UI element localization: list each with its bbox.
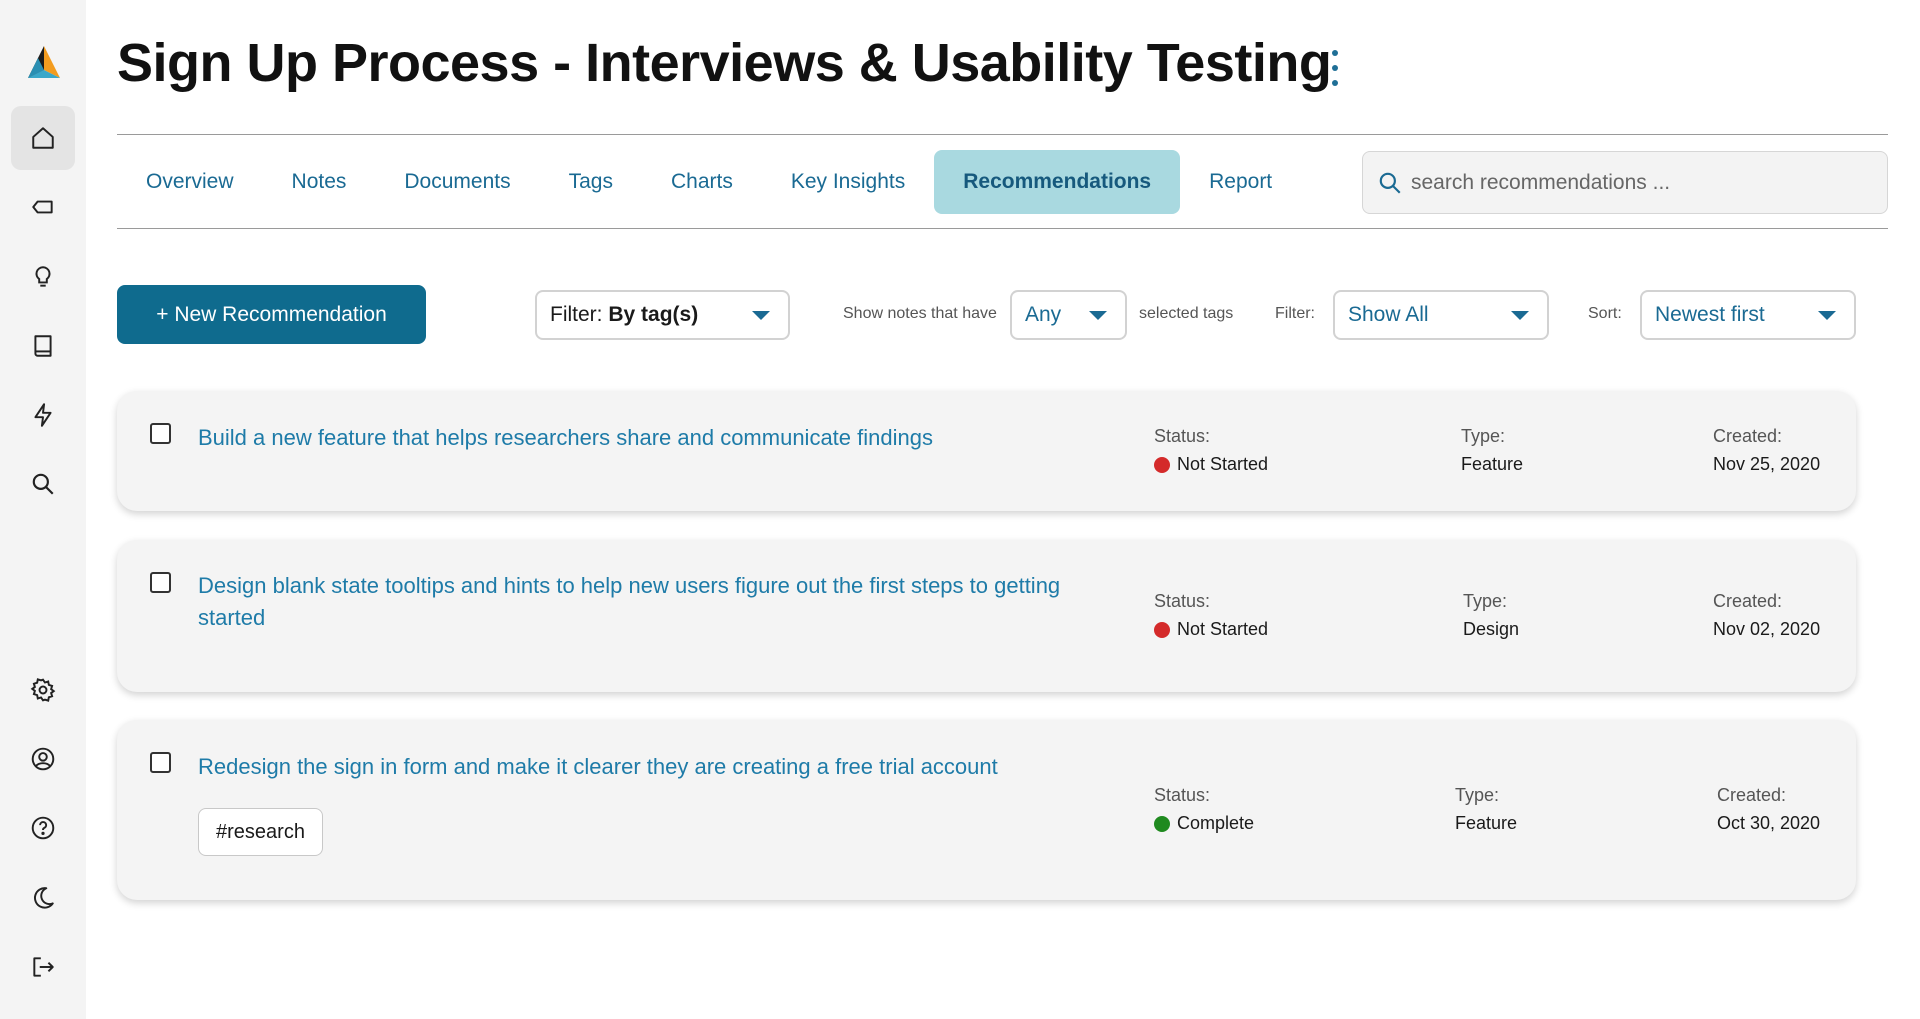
status-text: Not Started <box>1177 454 1269 474</box>
recommendation-card: Design blank state tooltips and hints to… <box>117 540 1856 692</box>
select-checkbox[interactable] <box>150 752 171 773</box>
type-label: Type: <box>1455 785 1500 805</box>
divider <box>117 134 1888 135</box>
tab-charts[interactable]: Charts <box>642 150 762 214</box>
sidebar-item-library[interactable] <box>11 314 75 378</box>
created-value: Nov 25, 2020 <box>1713 454 1821 474</box>
tab-overview[interactable]: Overview <box>117 150 263 214</box>
created-label: Created: <box>1717 785 1787 805</box>
tag-filter-prefix: Filter: <box>550 303 603 326</box>
tag-match-value: Any <box>1025 303 1062 326</box>
kebab-dot-icon <box>1332 80 1338 86</box>
page-title: Sign Up Process - Interviews & Usability… <box>117 33 1332 93</box>
search-icon <box>32 473 54 495</box>
kebab-dot-icon <box>1332 50 1338 56</box>
more-options-button[interactable] <box>1325 50 1345 86</box>
chevron-down-icon <box>1089 311 1107 320</box>
type-value: Design <box>1463 619 1520 639</box>
sidebar-item-home[interactable] <box>11 106 75 170</box>
sidebar <box>0 0 86 1019</box>
created-label: Created: <box>1713 591 1783 611</box>
sidebar-item-quick-actions[interactable] <box>11 383 75 447</box>
status-label: Status: <box>1154 426 1211 446</box>
kebab-dot-icon <box>1332 65 1338 71</box>
status-dot-icon <box>1154 456 1170 473</box>
status-filter-value: Show All <box>1348 303 1429 326</box>
type-label: Type: <box>1463 591 1508 611</box>
bolt-icon <box>34 403 52 427</box>
created-label: Created: <box>1713 426 1783 446</box>
recommendation-title[interactable]: Build a new feature that helps researche… <box>198 422 1118 454</box>
status-value: Complete <box>1154 813 1254 834</box>
new-recommendation-button[interactable]: + New Recommendation <box>117 285 426 344</box>
sort-value: Newest first <box>1655 303 1765 326</box>
tag-icon <box>32 200 53 214</box>
tag-chip[interactable]: #research <box>198 808 323 856</box>
status-value: Not Started <box>1154 619 1268 640</box>
type-value: Feature <box>1461 454 1524 474</box>
tab-documents[interactable]: Documents <box>375 150 539 214</box>
type-value: Feature <box>1455 813 1518 833</box>
chevron-down-icon <box>752 311 770 320</box>
moon-icon <box>34 887 54 909</box>
filter-label: Filter: <box>1275 305 1315 322</box>
selected-tags-label: selected tags <box>1139 305 1234 322</box>
tab-recommendations[interactable]: Recommendations <box>934 150 1181 214</box>
lightbulb-icon <box>35 266 51 287</box>
sidebar-item-dark-mode[interactable] <box>11 866 75 930</box>
tag-filter-select[interactable]: Filter: By tag(s) <box>535 290 790 340</box>
search-box <box>1362 151 1888 214</box>
created-value: Oct 30, 2020 <box>1717 813 1821 833</box>
recommendation-title[interactable]: Redesign the sign in form and make it cl… <box>198 751 1118 783</box>
sidebar-item-insights[interactable] <box>11 245 75 309</box>
app-logo[interactable] <box>24 42 64 82</box>
search-icon <box>1379 172 1401 194</box>
sidebar-item-help[interactable] <box>11 796 75 860</box>
chevron-down-icon <box>1511 311 1529 320</box>
book-icon <box>34 335 52 357</box>
sort-select[interactable]: Newest first <box>1640 290 1856 340</box>
sidebar-item-account[interactable] <box>11 727 75 791</box>
tab-notes[interactable]: Notes <box>263 150 376 214</box>
divider <box>117 228 1888 229</box>
chevron-down-icon <box>1818 311 1836 320</box>
tab-report[interactable]: Report <box>1180 150 1301 214</box>
sidebar-item-tags[interactable] <box>11 175 75 239</box>
status-value: Not Started <box>1154 454 1268 475</box>
created-value: Nov 02, 2020 <box>1713 619 1821 639</box>
tag-filter-value: By tag(s) <box>608 303 699 326</box>
sidebar-item-logout[interactable] <box>11 935 75 999</box>
status-label: Status: <box>1154 591 1211 611</box>
sidebar-item-search[interactable] <box>11 452 75 516</box>
show-notes-label: Show notes that have <box>843 305 997 322</box>
tab-key-insights[interactable]: Key Insights <box>762 150 934 214</box>
home-icon <box>32 127 54 149</box>
logout-icon <box>33 957 54 977</box>
sort-label: Sort: <box>1588 305 1622 322</box>
sidebar-item-settings[interactable] <box>11 658 75 722</box>
status-dot-icon <box>1154 621 1170 638</box>
status-label: Status: <box>1154 785 1211 805</box>
gear-icon <box>30 678 56 702</box>
status-filter-select[interactable]: Show All <box>1333 290 1549 340</box>
user-circle-icon <box>31 747 55 771</box>
select-checkbox[interactable] <box>150 572 171 593</box>
type-label: Type: <box>1461 426 1506 446</box>
tag-match-select[interactable]: Any <box>1010 290 1127 340</box>
help-icon <box>31 816 55 840</box>
recommendation-card: Redesign the sign in form and make it cl… <box>117 720 1856 900</box>
select-checkbox[interactable] <box>150 423 171 444</box>
tab-bar: Overview Notes Documents Tags Charts Key… <box>117 150 1301 214</box>
recommendation-card: Build a new feature that helps researche… <box>117 391 1856 511</box>
status-text: Not Started <box>1177 619 1269 639</box>
status-dot-icon <box>1154 815 1170 832</box>
search-input[interactable] <box>1411 170 1871 195</box>
status-text: Complete <box>1177 813 1255 833</box>
tab-tags[interactable]: Tags <box>540 150 642 214</box>
recommendation-title[interactable]: Design blank state tooltips and hints to… <box>198 570 1118 634</box>
